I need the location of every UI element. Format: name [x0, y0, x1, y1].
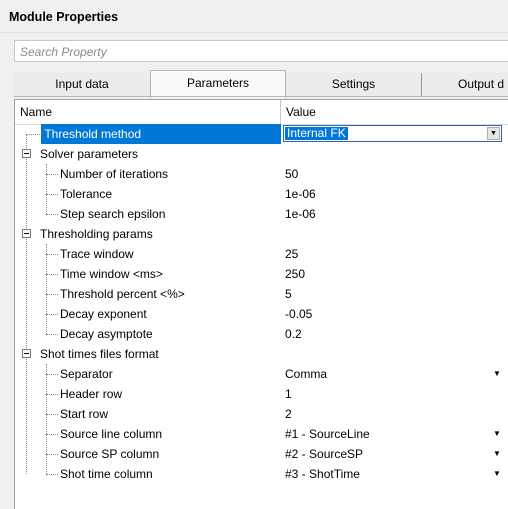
- property-row[interactable]: Tolerance 1e-06: [15, 184, 508, 204]
- property-label: Step search epsilon: [60, 207, 166, 221]
- tree-line: [46, 314, 58, 315]
- property-row[interactable]: Source line column #1 - SourceLine ▼: [15, 424, 508, 444]
- chevron-down-icon[interactable]: ▼: [493, 424, 501, 444]
- property-label: Start row: [60, 407, 109, 421]
- property-label: Source line column: [60, 427, 163, 441]
- tab-input-data[interactable]: Input data: [14, 73, 151, 96]
- property-row[interactable]: Start row 2: [15, 404, 508, 424]
- property-label: Tolerance: [60, 187, 113, 201]
- property-row[interactable]: Trace window 25: [15, 244, 508, 264]
- group-row-thresholding-params[interactable]: Thresholding params: [15, 224, 508, 244]
- search-input[interactable]: Search Property: [14, 40, 508, 62]
- minus-box-icon[interactable]: [22, 229, 31, 238]
- group-label: Thresholding params: [40, 227, 153, 241]
- property-label: Threshold percent <%>: [60, 287, 185, 301]
- property-value[interactable]: Comma: [285, 364, 327, 384]
- grid-header: Name Value: [15, 100, 508, 125]
- property-value[interactable]: #1 - SourceLine: [285, 424, 370, 444]
- property-value[interactable]: 1e-06: [285, 204, 316, 224]
- tree-line: [46, 254, 58, 255]
- property-row-threshold-method[interactable]: Threshold method Internal FK ▼: [15, 124, 508, 144]
- window-title: Module Properties: [9, 10, 119, 24]
- property-label: Time window <ms>: [60, 267, 163, 281]
- divider: [0, 32, 508, 33]
- chevron-down-icon[interactable]: ▼: [493, 444, 501, 464]
- property-label: Decay asymptote: [60, 327, 153, 341]
- property-row[interactable]: Threshold percent <%> 5: [15, 284, 508, 304]
- property-value[interactable]: 2: [285, 404, 292, 424]
- tree-line: [26, 134, 40, 135]
- property-row[interactable]: Decay asymptote 0.2: [15, 324, 508, 344]
- tree-line: [46, 414, 58, 415]
- tree-line: [46, 374, 58, 375]
- column-header-value[interactable]: Value: [281, 100, 508, 124]
- tab-output-data[interactable]: Output d: [422, 73, 508, 96]
- property-row[interactable]: Decay exponent -0.05: [15, 304, 508, 324]
- divider: [14, 96, 508, 97]
- property-label: Trace window: [60, 247, 134, 261]
- tab-parameters[interactable]: Parameters: [150, 70, 286, 98]
- property-row[interactable]: Time window <ms> 250: [15, 264, 508, 284]
- minus-box-icon[interactable]: [22, 149, 31, 158]
- tree-line: [46, 454, 58, 455]
- property-value[interactable]: -0.05: [285, 304, 312, 324]
- tree-line: [46, 394, 58, 395]
- tree-line: [46, 434, 58, 435]
- tab-settings[interactable]: Settings: [286, 73, 422, 96]
- property-row[interactable]: Shot time column #3 - ShotTime ▼: [15, 464, 508, 484]
- property-label: Source SP column: [60, 447, 160, 461]
- property-row[interactable]: Header row 1: [15, 384, 508, 404]
- tree-line: [46, 334, 58, 335]
- tree-line: [46, 174, 58, 175]
- tab-bar: Input data Parameters Settings Output d: [14, 70, 508, 98]
- threshold-method-select[interactable]: Internal FK ▼: [283, 125, 502, 142]
- property-value[interactable]: 5: [285, 284, 292, 304]
- group-label: Solver parameters: [40, 147, 139, 161]
- property-value[interactable]: 25: [285, 244, 298, 264]
- column-header-name[interactable]: Name: [15, 100, 280, 124]
- property-value[interactable]: 50: [285, 164, 298, 184]
- search-placeholder: Search Property: [20, 45, 107, 59]
- minus-box-icon[interactable]: [22, 349, 31, 358]
- property-value[interactable]: 250: [285, 264, 305, 284]
- property-value[interactable]: 0.2: [285, 324, 302, 344]
- property-row[interactable]: Number of iterations 50: [15, 164, 508, 184]
- grid-rows: Threshold method Internal FK ▼ Solver pa…: [15, 124, 508, 484]
- tree-line: [46, 474, 58, 475]
- property-value[interactable]: 1e-06: [285, 184, 316, 204]
- tree-line: [46, 194, 58, 195]
- property-label: Shot time column: [60, 467, 153, 481]
- chevron-down-icon[interactable]: ▼: [493, 464, 501, 484]
- group-row-solver-parameters[interactable]: Solver parameters: [15, 144, 508, 164]
- property-label: Decay exponent: [60, 307, 147, 321]
- tree-line: [46, 294, 58, 295]
- property-value[interactable]: #3 - ShotTime: [285, 464, 360, 484]
- property-value[interactable]: #2 - SourceSP: [285, 444, 363, 464]
- group-label: Shot times files format: [40, 347, 159, 361]
- tree-line: [46, 214, 58, 215]
- property-label: Separator: [60, 367, 113, 381]
- property-label: Header row: [60, 387, 123, 401]
- property-row[interactable]: Source SP column #2 - SourceSP ▼: [15, 444, 508, 464]
- property-row[interactable]: Separator Comma ▼: [15, 364, 508, 384]
- group-row-shot-times-files-format[interactable]: Shot times files format: [15, 344, 508, 364]
- property-label: Number of iterations: [60, 167, 169, 181]
- property-grid: Name Value Threshold method Internal FK …: [14, 99, 508, 509]
- tree-line: [46, 274, 58, 275]
- property-label: Threshold method: [41, 124, 281, 144]
- property-row[interactable]: Step search epsilon 1e-06: [15, 204, 508, 224]
- property-value[interactable]: 1: [285, 384, 292, 404]
- select-value: Internal FK: [285, 126, 348, 140]
- chevron-down-icon[interactable]: ▼: [493, 364, 501, 384]
- chevron-down-icon[interactable]: ▼: [487, 127, 500, 140]
